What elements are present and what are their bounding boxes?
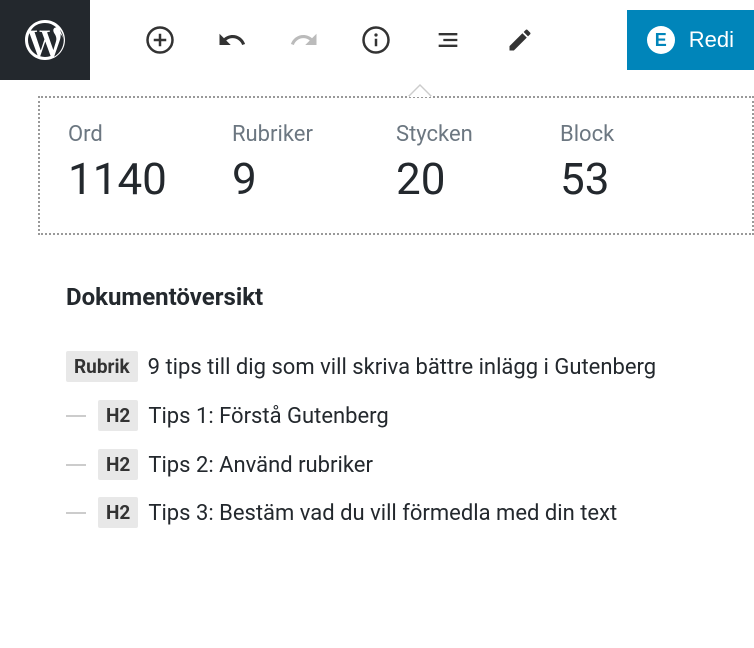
stat-value: 53 — [560, 153, 724, 205]
stat-value: 9 — [232, 153, 396, 205]
stat-label: Rubriker — [232, 122, 396, 147]
stats-row: Ord 1140 Rubriker 9 Stycken 20 Block 53 — [38, 96, 754, 235]
document-outline: Dokumentöversikt Rubrik 9 tips till dig … — [38, 235, 754, 530]
outline-indent-line — [66, 464, 86, 466]
stat-label: Stycken — [396, 122, 560, 147]
edit-button-label: Redi — [689, 27, 734, 53]
outline-item-title[interactable]: Rubrik 9 tips till dig som vill skriva b… — [66, 351, 726, 384]
stat-headings: Rubriker 9 — [232, 122, 396, 205]
info-icon — [361, 25, 391, 55]
outline-title: Dokumentöversikt — [66, 283, 726, 311]
popover-arrow — [408, 84, 432, 96]
toolbar-button-group: E Redi — [90, 10, 754, 70]
outline-button[interactable] — [430, 22, 466, 58]
list-icon — [434, 26, 462, 54]
outline-badge: H2 — [98, 497, 138, 528]
outline-indent-line — [66, 415, 86, 417]
wordpress-icon — [21, 16, 69, 64]
outline-badge: Rubrik — [66, 351, 138, 382]
outline-item-text: Tips 1: Förstå Gutenberg — [148, 400, 388, 433]
stat-label: Ord — [68, 122, 232, 147]
plus-circle-icon — [145, 25, 175, 55]
edit-with-elementor-button[interactable]: E Redi — [627, 10, 754, 70]
wordpress-logo[interactable] — [0, 0, 90, 80]
pencil-icon — [506, 26, 534, 54]
outline-item-text: Tips 2: Använd rubriker — [148, 449, 373, 482]
redo-button — [286, 22, 322, 58]
undo-button[interactable] — [214, 22, 250, 58]
stat-label: Block — [560, 122, 724, 147]
document-info-popover: Ord 1140 Rubriker 9 Stycken 20 Block 53 … — [38, 96, 754, 546]
add-block-button[interactable] — [142, 22, 178, 58]
edit-pencil-button[interactable] — [502, 22, 538, 58]
elementor-badge-icon: E — [647, 26, 675, 54]
stat-paragraphs: Stycken 20 — [396, 122, 560, 205]
outline-item-text: 9 tips till dig som vill skriva bättre i… — [148, 351, 656, 384]
stat-words: Ord 1140 — [68, 122, 232, 205]
editor-toolbar: E Redi — [0, 0, 754, 80]
outline-item-h2[interactable]: H2 Tips 3: Bestäm vad du vill förmedla m… — [66, 497, 726, 530]
outline-indent-line — [66, 512, 86, 514]
undo-icon — [217, 25, 247, 55]
outline-item-h2[interactable]: H2 Tips 2: Använd rubriker — [66, 449, 726, 482]
stat-value: 20 — [396, 153, 560, 205]
redo-icon — [289, 25, 319, 55]
outline-badge: H2 — [98, 449, 138, 480]
outline-badge: H2 — [98, 400, 138, 431]
outline-item-text: Tips 3: Bestäm vad du vill förmedla med … — [148, 497, 617, 530]
stat-value: 1140 — [68, 153, 232, 205]
stat-blocks: Block 53 — [560, 122, 724, 205]
outline-item-h2[interactable]: H2 Tips 1: Förstå Gutenberg — [66, 400, 726, 433]
info-button[interactable] — [358, 22, 394, 58]
